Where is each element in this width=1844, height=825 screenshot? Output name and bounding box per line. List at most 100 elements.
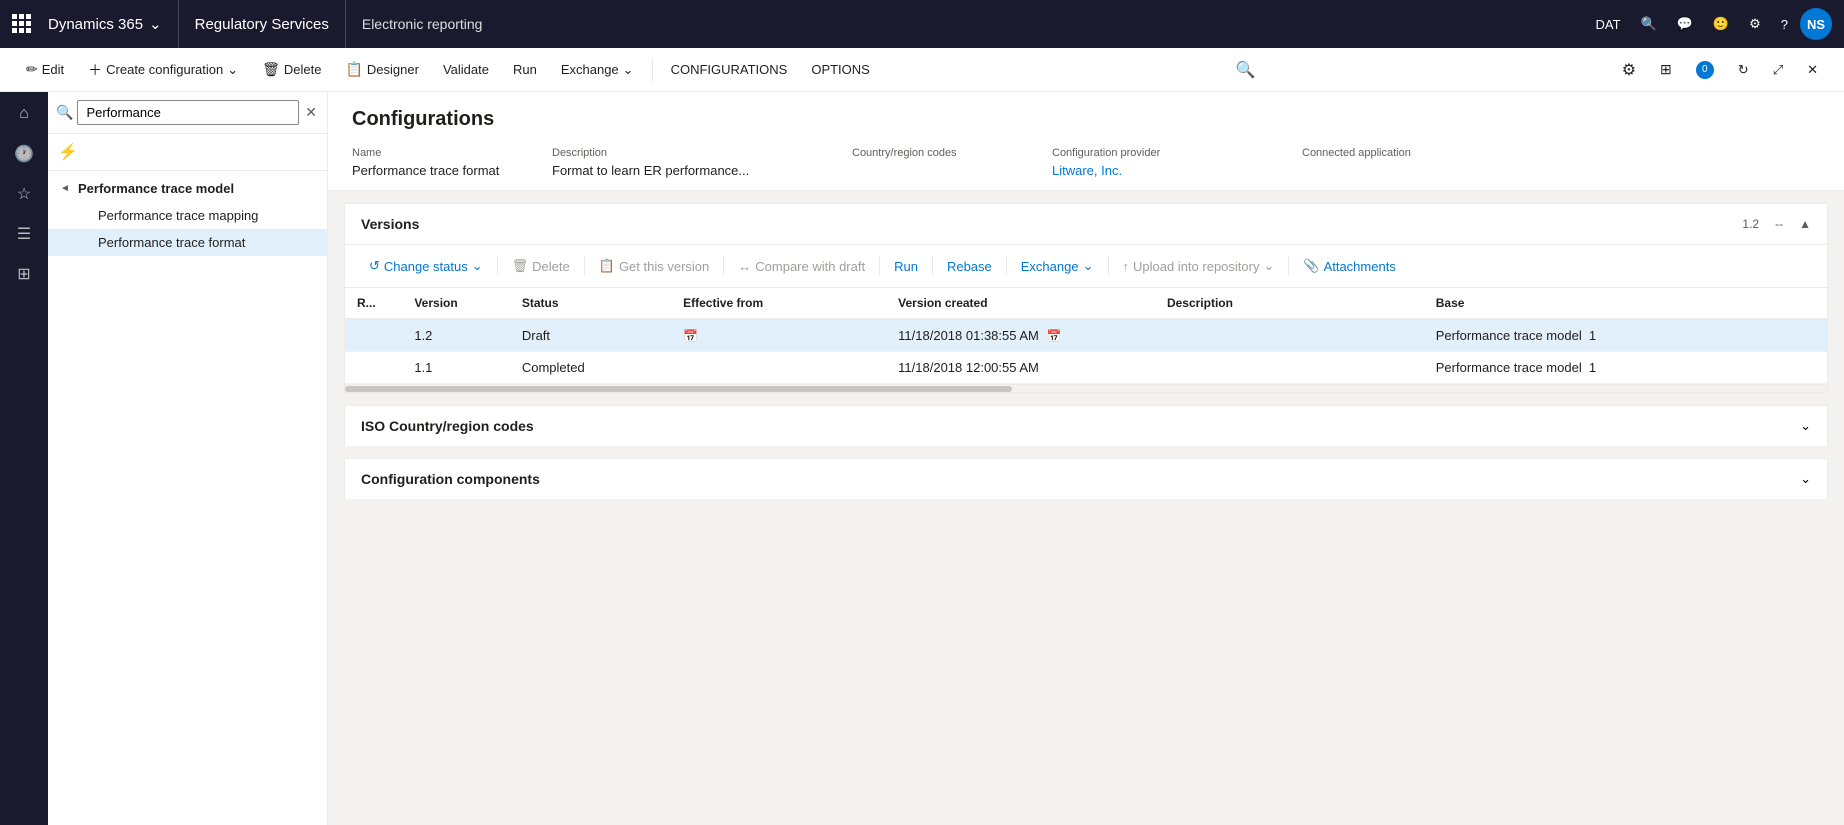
run-version-button[interactable]: Run	[886, 254, 926, 279]
rebase-button[interactable]: Rebase	[939, 254, 1000, 279]
cell-base: Performance trace model 1	[1424, 319, 1827, 352]
iso-section-header[interactable]: ISO Country/region codes ⌄	[345, 406, 1827, 446]
settings-button[interactable]: ⚙	[1741, 12, 1769, 36]
horizontal-scrollbar[interactable]	[345, 384, 1827, 392]
versions-toolbar: ↺ Change status ⌄ 🗑 Delete 📋 Get this ve…	[345, 245, 1827, 288]
table-row[interactable]: 1.2 Draft 📅 11/18/2018 01:38:55 AM 📅	[345, 319, 1827, 352]
office-button[interactable]: ⊞	[1650, 55, 1682, 84]
versions-header-right: 1.2 -- ▲	[1742, 217, 1811, 231]
cell-status: Completed	[510, 352, 671, 384]
change-status-button[interactable]: ↺ Change status ⌄	[361, 253, 491, 279]
recent-icon[interactable]: 🕐	[6, 136, 42, 172]
col-effective-from: Effective from	[671, 288, 886, 319]
attachments-button[interactable]: 📎 Attachments	[1295, 253, 1403, 279]
col-r: R...	[345, 288, 402, 319]
command-search-button[interactable]: 🔍	[1230, 54, 1262, 86]
config-description-label: Description	[552, 147, 836, 159]
tree-search-input[interactable]	[77, 100, 299, 125]
validate-button[interactable]: Validate	[433, 56, 499, 83]
versions-collapse-icon[interactable]: ▲	[1799, 217, 1811, 231]
config-name-col: Name Performance trace format	[352, 147, 552, 178]
designer-icon: 📋	[345, 61, 362, 78]
compare-icon: ↔	[738, 259, 751, 274]
attachments-icon: 📎	[1303, 258, 1319, 274]
cell-status: Draft	[510, 319, 671, 352]
sidebar-icons: ⌂ 🕐 ☆ ☰ ⊞	[0, 92, 48, 825]
config-name-value: Performance trace format	[352, 163, 536, 178]
close-button[interactable]: ✕	[1797, 56, 1828, 84]
tree-search-clear-button[interactable]: ✕	[303, 102, 319, 123]
ver-separator-7	[1108, 256, 1109, 276]
settings-cmd-button[interactable]: ⚙	[1612, 54, 1646, 86]
config-components-chevron-icon[interactable]: ⌄	[1800, 471, 1811, 487]
brand[interactable]: Dynamics 365 ⌄	[44, 0, 179, 48]
versions-table-container: R... Version Status Effective from Versi…	[345, 288, 1827, 384]
cell-description	[1155, 352, 1424, 384]
versions-section: Versions 1.2 -- ▲ ↺ Change status ⌄ 🗑 De…	[344, 203, 1828, 393]
smiley-button[interactable]: 🙂	[1705, 12, 1737, 36]
cell-effective-from: 📅	[671, 319, 886, 352]
cell-version: 1.1	[402, 352, 510, 384]
refresh-button[interactable]: ↻	[1728, 56, 1759, 84]
cell-r	[345, 352, 402, 384]
designer-button[interactable]: 📋 Designer	[335, 55, 428, 84]
cell-base: Performance trace model 1	[1424, 352, 1827, 384]
app-menu-button[interactable]	[12, 14, 32, 34]
cell-r	[345, 319, 402, 352]
modules-icon[interactable]: ⊞	[6, 256, 42, 292]
delete-icon: 🗑	[262, 61, 280, 78]
compare-with-draft-button[interactable]: ↔ Compare with draft	[730, 254, 873, 279]
home-icon[interactable]: ⌂	[6, 96, 42, 132]
edit-button[interactable]: ✏ Edit	[16, 55, 74, 84]
exchange-version-button[interactable]: Exchange ⌄	[1013, 253, 1102, 279]
options-tab[interactable]: OPTIONS	[801, 56, 880, 83]
versions-section-header[interactable]: Versions 1.2 -- ▲	[345, 204, 1827, 245]
run-button[interactable]: Run	[503, 56, 547, 83]
user-avatar[interactable]: NS	[1800, 8, 1832, 40]
col-version-created: Version created	[886, 288, 1155, 319]
config-components-header[interactable]: Configuration components ⌄	[345, 459, 1827, 499]
tree-search-bar: 🔍 ✕	[48, 92, 327, 134]
create-configuration-button[interactable]: ＋ Create configuration ⌄	[78, 54, 248, 86]
fullscreen-button[interactable]: ⤢	[1763, 56, 1793, 84]
tree-item-label: Performance trace mapping	[98, 208, 258, 223]
config-description-value: Format to learn ER performance...	[552, 163, 836, 178]
tree-item-performance-trace-mapping[interactable]: Performance trace mapping	[48, 202, 327, 229]
tree-filter-button[interactable]: ⚡	[56, 140, 80, 164]
delete-button[interactable]: 🗑 Delete	[252, 55, 331, 84]
help-button[interactable]: ?	[1773, 13, 1796, 36]
delete-version-button[interactable]: 🗑 Delete	[504, 253, 578, 279]
tree-actions: ⚡	[48, 134, 327, 171]
favorites-icon[interactable]: ☆	[6, 176, 42, 212]
search-nav-button[interactable]: 🔍	[1633, 12, 1665, 36]
main-layout: ⌂ 🕐 ☆ ☰ ⊞ 🔍 ✕ ⚡ ◄ Performance trace mode…	[0, 92, 1844, 825]
upload-into-repository-button[interactable]: ↑ Upload into repository ⌄	[1115, 253, 1283, 279]
versions-title: Versions	[361, 216, 419, 232]
top-nav-actions: DAT 🔍 💬 🙂 ⚙ ? NS	[1588, 8, 1833, 40]
get-this-version-button[interactable]: 📋 Get this version	[591, 253, 718, 279]
scroll-thumb[interactable]	[345, 386, 1012, 392]
comment-button[interactable]: 💬	[1669, 12, 1701, 36]
config-provider-col: Configuration provider Litware, Inc.	[1052, 147, 1302, 178]
calendar-created-icon[interactable]: 📅	[1046, 329, 1061, 343]
badge-button[interactable]: 0	[1686, 55, 1724, 85]
main-content: Configurations Name Performance trace fo…	[328, 92, 1844, 825]
tree-item-performance-trace-format[interactable]: Performance trace format	[48, 229, 327, 256]
calendar-icon[interactable]: 📅	[683, 329, 698, 343]
menu-icon[interactable]: ☰	[6, 216, 42, 252]
exchange-button[interactable]: Exchange ⌄	[551, 56, 644, 84]
brand-name: Dynamics 365	[48, 16, 143, 33]
iso-chevron-icon[interactable]: ⌄	[1800, 418, 1811, 434]
cell-version-created: 11/18/2018 12:00:55 AM	[886, 352, 1155, 384]
delete-version-icon: 🗑	[512, 258, 529, 274]
expand-icon: ◄	[60, 183, 72, 194]
tree-item-label: Performance trace format	[98, 235, 245, 250]
upload-icon: ↑	[1123, 259, 1130, 274]
table-row[interactable]: 1.1 Completed 11/18/2018 12:00:55 AM Per…	[345, 352, 1827, 384]
create-icon: ＋	[88, 60, 102, 80]
tree-item-performance-trace-model[interactable]: ◄ Performance trace model	[48, 175, 327, 202]
base-link[interactable]: Performance trace model	[1436, 328, 1582, 343]
config-provider-value[interactable]: Litware, Inc.	[1052, 163, 1286, 178]
configurations-tab[interactable]: CONFIGURATIONS	[661, 56, 798, 83]
tree-item-label: Performance trace model	[78, 181, 234, 196]
